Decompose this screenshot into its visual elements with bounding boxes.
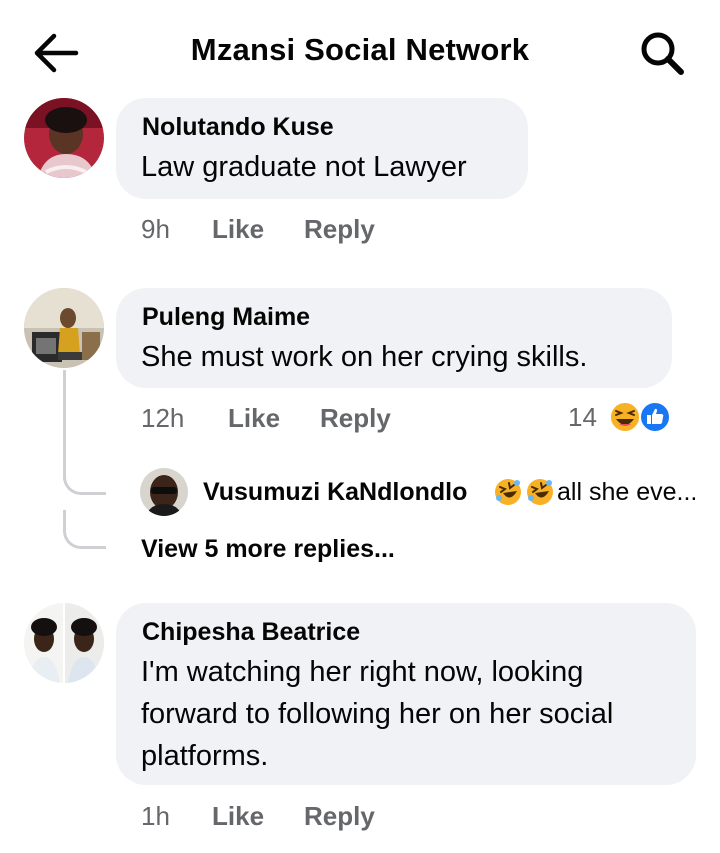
like-reaction-icon	[639, 401, 671, 433]
reply-author-name[interactable]: Vusumuzi KaNdlondlo	[203, 478, 467, 507]
commenter-name[interactable]: Chipesha Beatrice	[142, 618, 360, 647]
comment-time: 9h	[141, 214, 170, 244]
comment-text-line: I'm watching her right now, looking	[141, 656, 584, 688]
reply-button[interactable]: Reply	[304, 214, 375, 245]
top-bar: Mzansi Social Network	[0, 0, 720, 104]
reaction-count: 14	[568, 402, 597, 432]
avatar[interactable]	[24, 603, 104, 683]
avatar[interactable]	[24, 288, 104, 368]
thread-branch	[63, 510, 106, 549]
like-button[interactable]: Like	[228, 403, 280, 434]
comment-text-line: platforms.	[141, 740, 269, 772]
search-button[interactable]	[636, 28, 690, 78]
comment-text: Law graduate not Lawyer	[141, 151, 467, 183]
thread-branch	[63, 460, 106, 495]
like-button[interactable]: Like	[212, 214, 264, 245]
reply-button[interactable]: Reply	[304, 801, 375, 832]
rolling-laughing-emoji-icon	[495, 479, 521, 505]
laughing-emoji-icon	[609, 401, 641, 433]
commenter-name[interactable]: Nolutando Kuse	[142, 113, 334, 142]
profile-photo	[24, 288, 104, 368]
comment-time: 12h	[141, 403, 185, 433]
search-icon	[641, 32, 684, 75]
profile-photo	[24, 98, 104, 178]
comment-text-line: forward to following her on her social	[141, 698, 614, 730]
like-button[interactable]: Like	[212, 801, 264, 832]
page-title: Mzansi Social Network	[190, 32, 530, 67]
avatar[interactable]	[24, 98, 104, 178]
view-more-replies-link[interactable]: View 5 more replies...	[141, 535, 395, 564]
comment-time: 1h	[141, 801, 170, 831]
reply-avatar[interactable]	[140, 468, 188, 516]
reply-preview-text: all she eve...	[557, 478, 698, 506]
commenter-name[interactable]: Puleng Maime	[142, 303, 310, 332]
comment-text: She must work on her crying skills.	[141, 341, 588, 373]
rolling-laughing-emoji-icon	[527, 479, 553, 505]
reply-button[interactable]: Reply	[320, 403, 391, 434]
profile-photo	[24, 603, 104, 683]
profile-photo	[140, 468, 188, 516]
